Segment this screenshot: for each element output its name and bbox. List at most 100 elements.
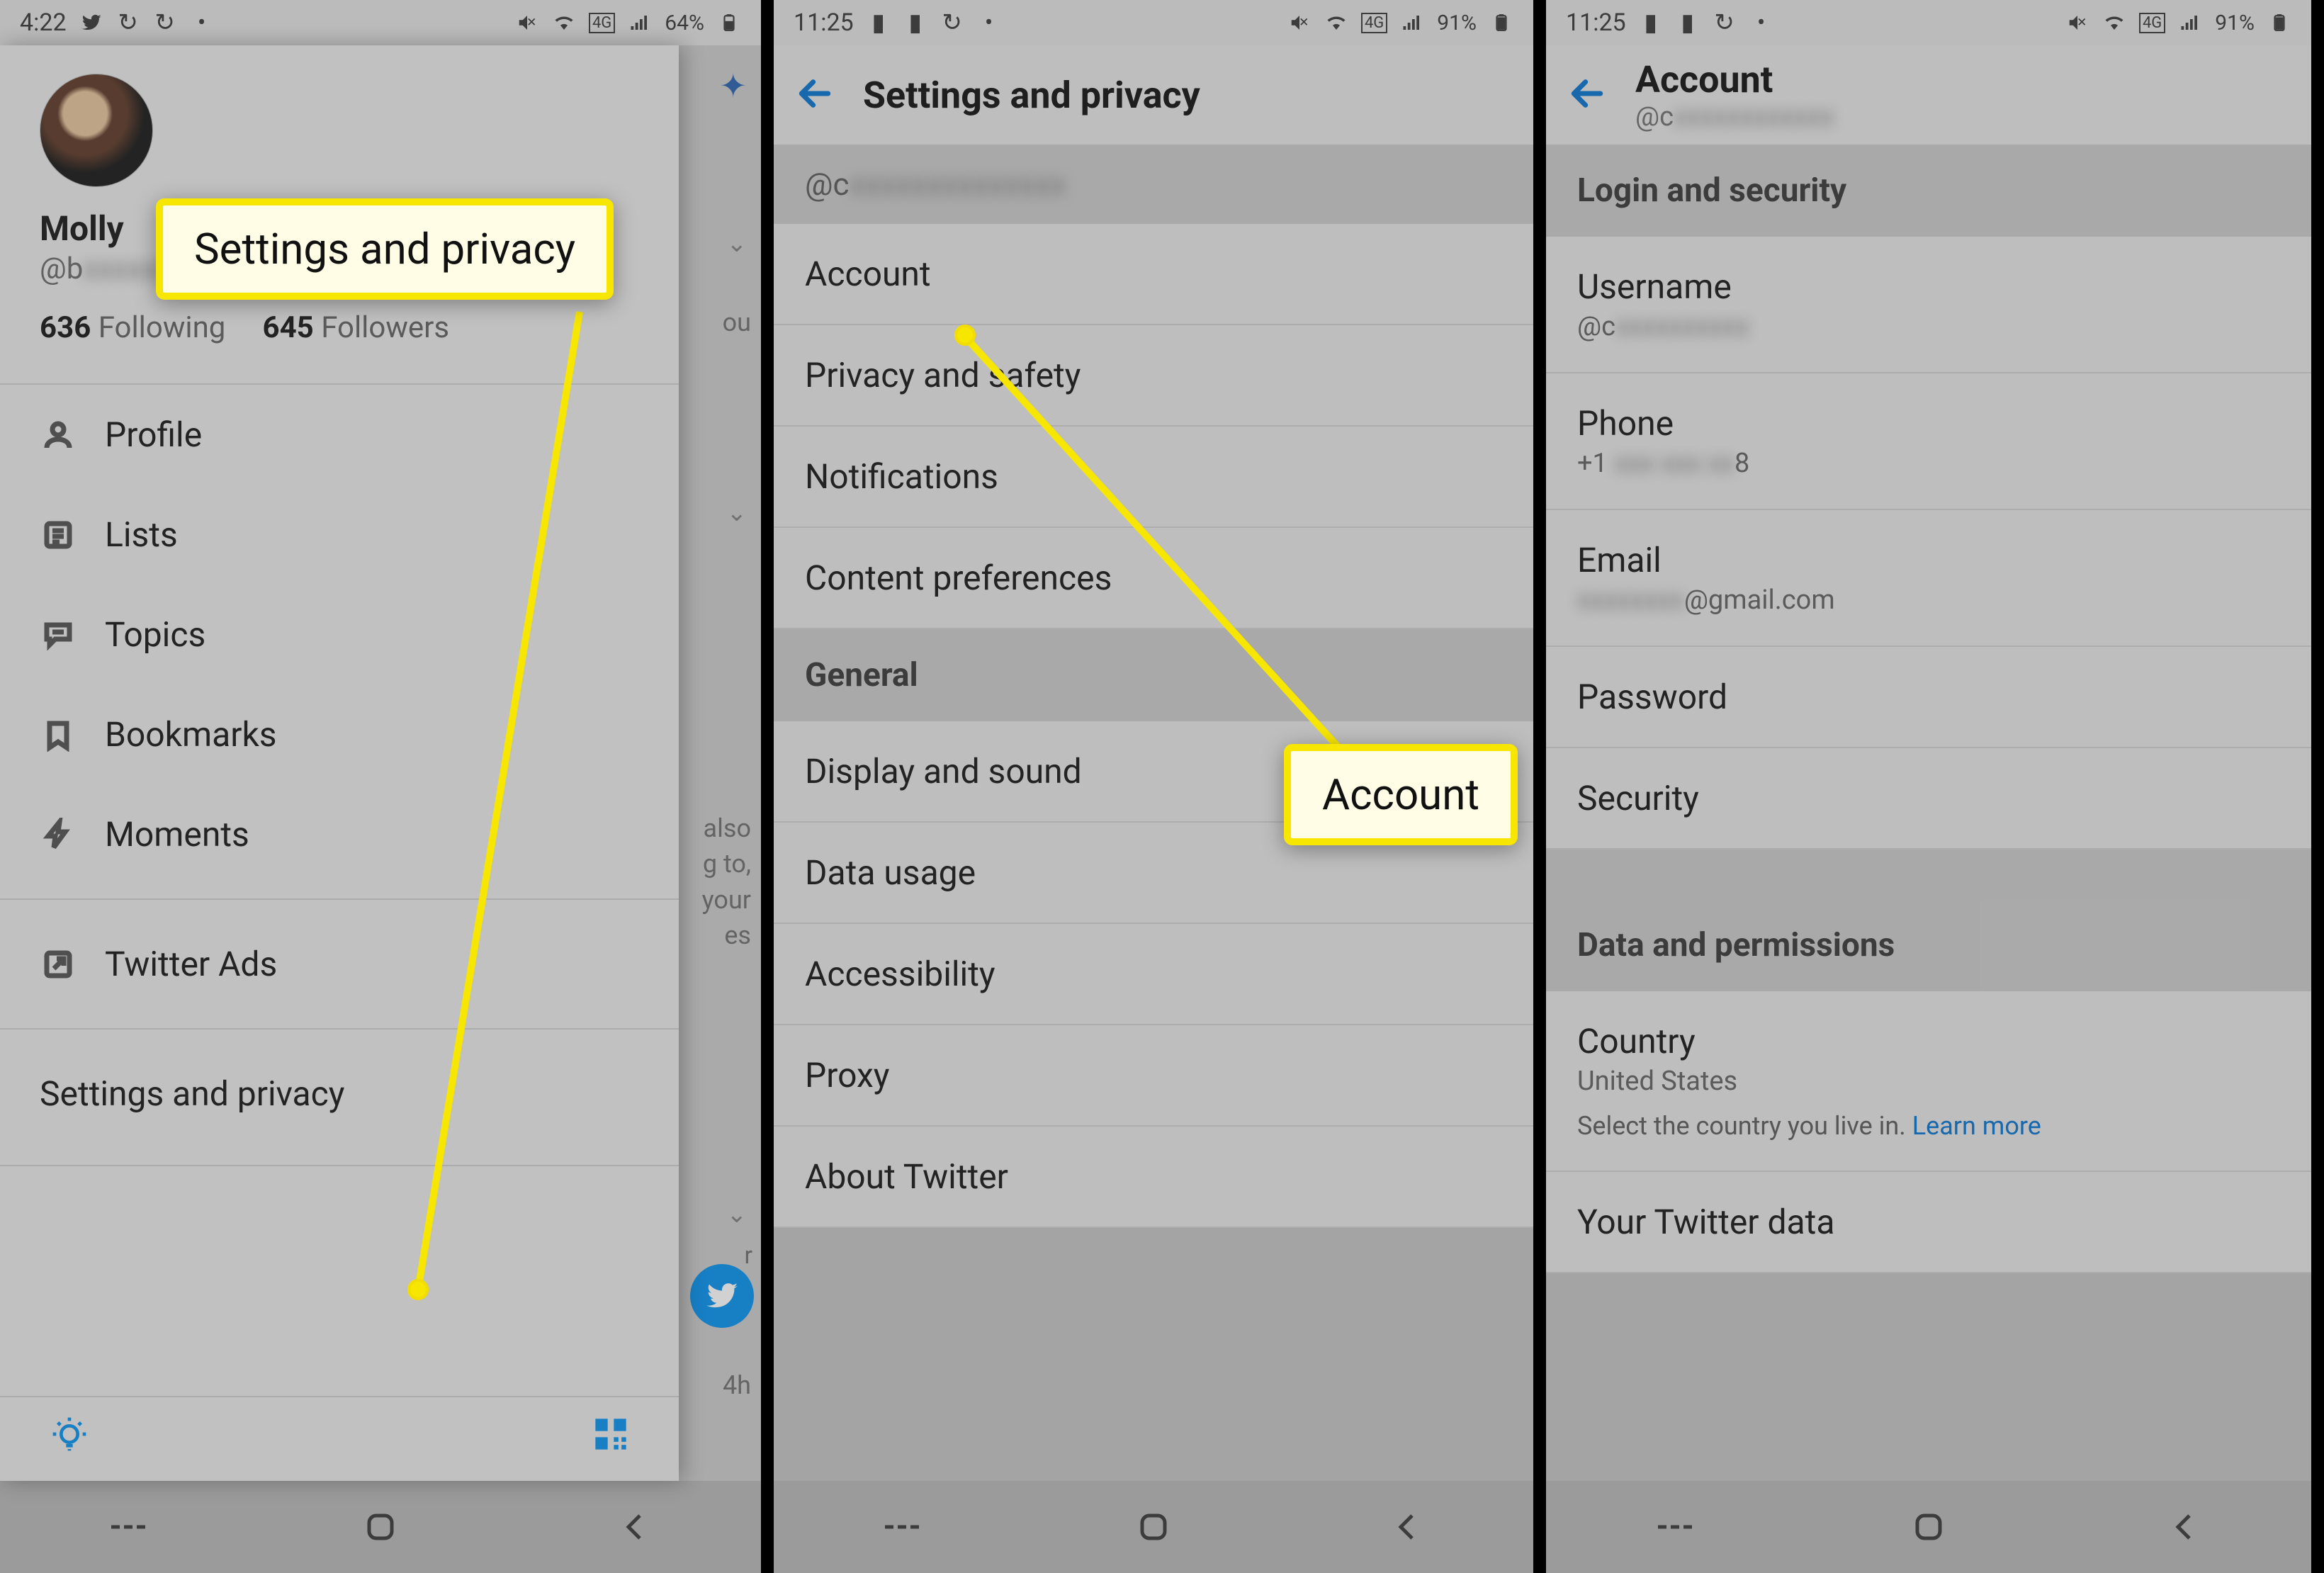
avatar[interactable] [40, 74, 153, 187]
battery-icon [717, 11, 741, 35]
follow-stats: 636 Following 645 Followers [40, 310, 639, 345]
settings-row-privacy-safety[interactable]: Privacy and safety [774, 325, 1533, 427]
home-button[interactable] [349, 1506, 412, 1548]
app-bar: Account @cxxxxxxxxxxxx [1546, 45, 2311, 145]
following-count[interactable]: 636 [40, 310, 91, 345]
country-value: United States [1577, 1066, 2280, 1097]
bulb-icon: ▮ [1639, 11, 1663, 35]
settings-row-account[interactable]: Account [774, 224, 1533, 325]
country-hint: Select the country you live in. Learn mo… [1577, 1111, 2280, 1141]
bulb-icon: ▮ [1676, 11, 1700, 35]
drawer-item-profile[interactable]: Profile [0, 385, 679, 485]
drawer-item-bookmarks[interactable]: Bookmarks [0, 684, 679, 784]
settings-row-proxy[interactable]: Proxy [774, 1025, 1533, 1127]
external-link-icon [40, 946, 77, 983]
signal-icon [2178, 11, 2202, 35]
drawer-item-label: Settings and privacy [40, 1073, 345, 1114]
sparkle-icon[interactable]: ✦ [719, 67, 747, 106]
annotation-dot [954, 325, 976, 346]
status-bar: 4:22 ↻ ↻ • 4G 64% [0, 0, 761, 45]
back-button[interactable] [602, 1506, 666, 1548]
panel-account-settings: 11:25 ▮ ▮ ↻ • 4G 91% Account @cxxxxxxxxx… [1533, 0, 2311, 1573]
account-handle-header: @cxxxxxxxxxxxxxx [774, 145, 1533, 224]
battery-icon [2267, 11, 2291, 35]
status-bar: 11:25 ▮ ▮ ↻ • 4G 91% [1546, 0, 2311, 45]
battery-percent: 91% [1437, 11, 1477, 35]
username-value: @cxxxxxxxxxx [1577, 311, 2280, 342]
settings-row-accessibility[interactable]: Accessibility [774, 924, 1533, 1025]
settings-row-about-twitter[interactable]: About Twitter [774, 1127, 1533, 1228]
status-bar: 11:25 ▮ ▮ ↻ • 4G 91% [774, 0, 1533, 45]
section-header-general: General [774, 629, 1533, 721]
learn-more-link[interactable]: Learn more [1912, 1111, 2041, 1141]
android-nav-bar [774, 1481, 1533, 1573]
page-title: Settings and privacy [863, 74, 1200, 117]
section-header-login-security: Login and security [1546, 145, 2311, 237]
network-4g-icon: 4G [1361, 13, 1387, 33]
annotation-dot [407, 1279, 429, 1300]
status-time: 11:25 [794, 9, 854, 37]
home-button[interactable] [1897, 1506, 1961, 1548]
feed-text-fragment: also [702, 811, 751, 846]
account-row-country[interactable]: Country United States Select the country… [1546, 991, 2311, 1172]
mute-icon [515, 11, 539, 35]
drawer-item-twitter-ads[interactable]: Twitter Ads [0, 914, 679, 1014]
twitter-bird-icon [79, 11, 103, 35]
android-nav-bar [1546, 1481, 2311, 1573]
dot-icon: • [1749, 11, 1773, 35]
drawer-item-label: Profile [105, 415, 202, 455]
qr-code-icon[interactable] [592, 1416, 629, 1462]
dot-icon: • [977, 11, 1001, 35]
wifi-icon [2102, 11, 2126, 35]
recents-button[interactable] [95, 1506, 159, 1548]
mute-icon [2065, 11, 2089, 35]
status-time: 4:22 [20, 9, 67, 37]
page-title: Account [1635, 58, 1834, 101]
recents-button[interactable] [869, 1506, 932, 1548]
feed-timestamp: 4h [723, 1370, 751, 1400]
bulb-icon: ▮ [867, 11, 891, 35]
home-button[interactable] [1122, 1506, 1185, 1548]
back-button[interactable] [2152, 1506, 2216, 1548]
back-arrow-icon[interactable] [795, 74, 835, 116]
app-bar: Settings and privacy [774, 45, 1533, 145]
twitter-avatar-icon [690, 1264, 754, 1328]
lightbulb-icon[interactable] [50, 1414, 89, 1464]
drawer-item-label: Moments [105, 814, 249, 855]
network-4g-icon: 4G [589, 13, 615, 33]
battery-icon [1489, 11, 1513, 35]
back-arrow-icon[interactable] [1567, 74, 1607, 116]
settings-row-content-preferences[interactable]: Content preferences [774, 528, 1533, 629]
page-subtitle-handle: @cxxxxxxxxxxxx [1635, 101, 1834, 133]
account-row-username[interactable]: Username @cxxxxxxxxxx [1546, 237, 2311, 373]
drawer-item-moments[interactable]: Moments [0, 784, 679, 884]
feed-text-fragment: g to, [702, 846, 751, 881]
account-row-password[interactable]: Password [1546, 647, 2311, 748]
settings-row-notifications[interactable]: Notifications [774, 427, 1533, 528]
signal-icon [1400, 11, 1424, 35]
drawer-item-topics[interactable]: Topics [0, 585, 679, 684]
battery-percent: 64% [665, 11, 704, 35]
account-row-phone[interactable]: Phone +1 xxx xxx xx8 [1546, 373, 2311, 510]
account-row-twitter-data[interactable]: Your Twitter data [1546, 1172, 2311, 1273]
followers-count[interactable]: 645 [262, 310, 313, 345]
drawer-item-lists[interactable]: Lists [0, 485, 679, 585]
drawer-item-label: Lists [105, 514, 178, 555]
signal-icon [628, 11, 652, 35]
refresh-icon: ↻ [153, 11, 177, 35]
status-time: 11:25 [1566, 9, 1626, 37]
drawer-item-settings-privacy[interactable]: Settings and privacy [0, 1044, 679, 1144]
account-row-security[interactable]: Security [1546, 748, 2311, 850]
mute-icon [1287, 11, 1312, 35]
back-button[interactable] [1375, 1506, 1438, 1548]
list-icon [40, 517, 77, 553]
chevron-down-icon: ⌄ [727, 230, 748, 258]
chevron-down-icon: ⌄ [727, 499, 748, 527]
account-row-email[interactable]: Email xxxxxxxx@gmail.com [1546, 510, 2311, 647]
recents-button[interactable] [1642, 1506, 1705, 1548]
bulb-icon: ▮ [903, 11, 927, 35]
speech-bubble-icon [40, 616, 77, 653]
annotation-callout-account: Account [1284, 744, 1518, 845]
wifi-icon [552, 11, 576, 35]
email-value: xxxxxxxx@gmail.com [1577, 585, 2280, 616]
